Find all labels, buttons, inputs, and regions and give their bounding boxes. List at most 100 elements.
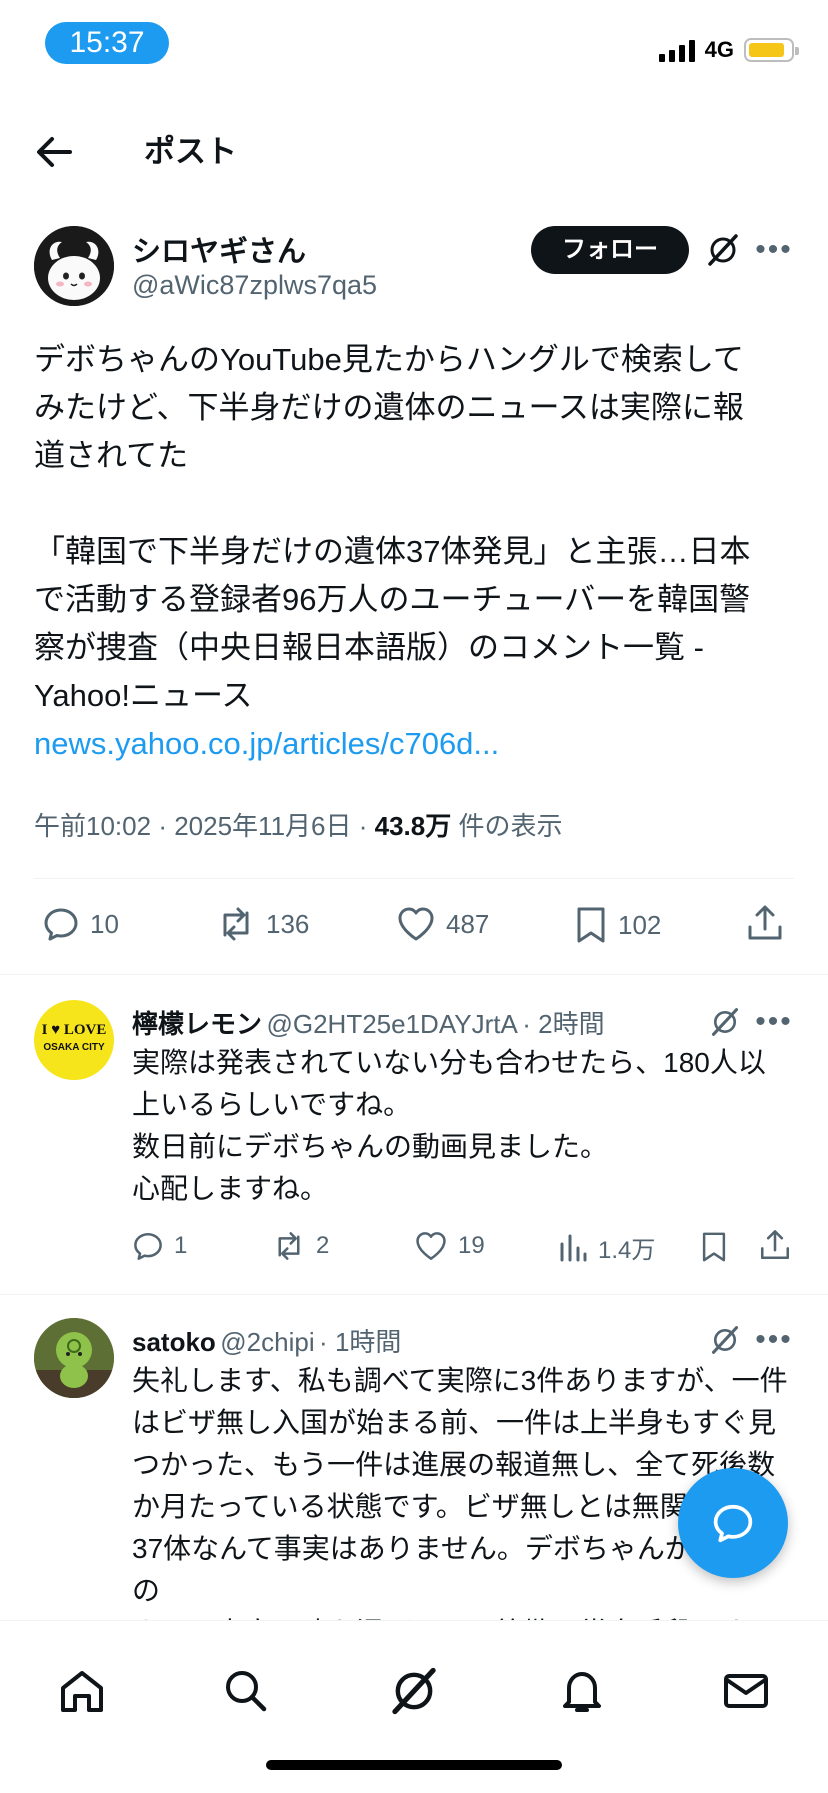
grok-button[interactable] (703, 1000, 747, 1044)
bookmark-icon (577, 907, 605, 943)
nav-messages[interactable] (716, 1661, 776, 1721)
grok-icon (711, 1326, 739, 1354)
grok-icon (711, 1008, 739, 1036)
reply-icon (134, 1232, 162, 1260)
heart-icon (398, 907, 434, 941)
reply-line: はビザ無し入国が始まる前、一件は上半身もすぐ見 (132, 1407, 777, 1438)
reply-time: 2時間 (538, 1009, 605, 1039)
reply-author-handle[interactable]: @2chipi (220, 1327, 314, 1357)
more-icon: ••• (755, 1005, 793, 1038)
network-type: 4G (704, 37, 734, 62)
grok-icon (708, 234, 738, 266)
reply-line: 上いるらしいですね。 (132, 1089, 412, 1120)
signal-icon (658, 38, 695, 62)
post-line: で活動する登録者96万人のユーチューバーを韓国警 (34, 582, 751, 617)
home-indicator (266, 1760, 562, 1770)
like-action[interactable]: 487 (396, 905, 489, 943)
more-options-button[interactable]: ••• (752, 1000, 796, 1044)
post-meta: 午前10:02 · 2025年11月6日 · 43.8万 件の表示 (34, 811, 563, 841)
post-view-count[interactable]: 43.8万 (375, 811, 452, 841)
view-count: 1.4万 (598, 1237, 656, 1264)
nav-notifications[interactable] (552, 1661, 612, 1721)
grok-button[interactable] (701, 228, 745, 272)
status-indicators: 4G (658, 30, 799, 70)
reply-avatar[interactable]: I ♥ LOVE OSAKA CITY (34, 1000, 114, 1080)
repost-count: 2 (316, 1232, 330, 1259)
post-line: デボちゃんのYouTube見たからハングルで検索して (34, 342, 744, 377)
search-icon (226, 1671, 267, 1712)
post-view-label: 件の表示 (458, 811, 563, 841)
bookmark-action[interactable]: 102 (574, 905, 661, 945)
reply-author-name[interactable]: satoko (132, 1327, 216, 1357)
reply-line: つかった、もう一件は進展の報道無し、全て死後数 (132, 1449, 776, 1480)
reply-author-handle[interactable]: @G2HT25e1DAYJrtA (266, 1009, 517, 1039)
nav-grok[interactable] (384, 1661, 444, 1721)
like-action[interactable]: 19 (414, 1230, 485, 1262)
post-line: Yahoo!ニュース (34, 678, 253, 713)
like-count: 487 (446, 908, 490, 939)
views-action[interactable]: 1.4万 (558, 1230, 655, 1265)
more-icon: ••• (755, 1323, 793, 1356)
bookmark-icon (702, 1232, 726, 1262)
post-time: 午前10:02 (34, 811, 152, 841)
author-handle[interactable]: @aWic87zplws7qa5 (132, 270, 377, 301)
post-text: デボちゃんのYouTube見たからハングルで検索して みたけど、下半身だけの遺体… (34, 336, 794, 768)
post-line: 道されてた (34, 438, 189, 473)
post-date: 2025年11月6日 (174, 811, 352, 841)
author-name[interactable]: シロヤギさん (132, 228, 306, 270)
heart-icon (416, 1232, 446, 1260)
post-line: 察が捜査（中央日報日本語版）のコメント一覧 - (34, 630, 704, 665)
post-line: 「韓国で下半身だけの遺体37体発見」と主張…日本 (34, 534, 751, 569)
more-options-button[interactable]: ••• (752, 1318, 796, 1362)
reply-count: 10 (90, 908, 119, 939)
reply-time: 1時間 (334, 1327, 402, 1357)
reply-avatar[interactable] (34, 1318, 114, 1398)
follow-button[interactable]: フォロー (531, 226, 689, 274)
back-button[interactable] (30, 128, 78, 176)
author-avatar[interactable] (34, 226, 114, 306)
like-count: 19 (458, 1232, 485, 1259)
repost-count: 136 (266, 908, 310, 939)
share-action[interactable] (745, 903, 785, 943)
repost-action[interactable]: 136 (216, 905, 309, 943)
nav-home[interactable] (52, 1661, 112, 1721)
reply-count: 1 (174, 1232, 188, 1259)
reply-icon (44, 908, 78, 941)
more-icon: ••• (755, 233, 793, 266)
analytics-icon (560, 1234, 587, 1261)
share-icon (760, 1230, 790, 1260)
divider (34, 878, 794, 879)
avatar-subtext: OSAKA CITY (43, 1042, 105, 1053)
reply-line: 実際は発表されていない分も合わせたら、180人以 (132, 1047, 766, 1078)
reply-action[interactable]: 1 (132, 1230, 187, 1262)
share-icon (748, 905, 782, 940)
repost-icon (223, 907, 249, 941)
divider (0, 974, 828, 975)
reply-line: 心配しますね。 (132, 1173, 329, 1204)
bookmark-count: 102 (618, 909, 662, 940)
post-link[interactable]: news.yahoo.co.jp/articles/c706d... (34, 720, 794, 768)
reply-text: 実際は発表されていない分も合わせたら、180人以 上いるらしいですね。 数日前に… (132, 1042, 788, 1210)
reply-header: satoko @2chipi · 1時間 (132, 1327, 402, 1357)
repost-icon (278, 1232, 300, 1260)
post-line: みたけど、下半身だけの遺体のニュースは実際に報 (34, 390, 744, 425)
more-options-button[interactable]: ••• (752, 228, 796, 272)
home-icon (61, 1671, 103, 1712)
divider (0, 1294, 828, 1295)
bell-icon (563, 1672, 601, 1712)
share-action[interactable] (758, 1228, 792, 1262)
status-time: 15:37 (45, 22, 169, 64)
reply-action[interactable]: 10 (42, 905, 119, 943)
bookmark-action[interactable] (700, 1230, 728, 1264)
arrow-left-icon (37, 137, 72, 167)
repost-action[interactable]: 2 (272, 1230, 329, 1262)
nav-search[interactable] (216, 1661, 276, 1721)
page-title: ポスト (144, 134, 237, 169)
reply-line: 数日前にデボちゃんの動画見ました。 (132, 1131, 609, 1162)
reply-fab-button[interactable] (678, 1468, 788, 1578)
character-avatar-image (34, 1318, 114, 1398)
reply-author-name[interactable]: 檸檬レモン (132, 1009, 262, 1039)
grok-button[interactable] (703, 1318, 747, 1362)
post-line (34, 480, 794, 528)
chat-bubble-icon (713, 1504, 753, 1543)
